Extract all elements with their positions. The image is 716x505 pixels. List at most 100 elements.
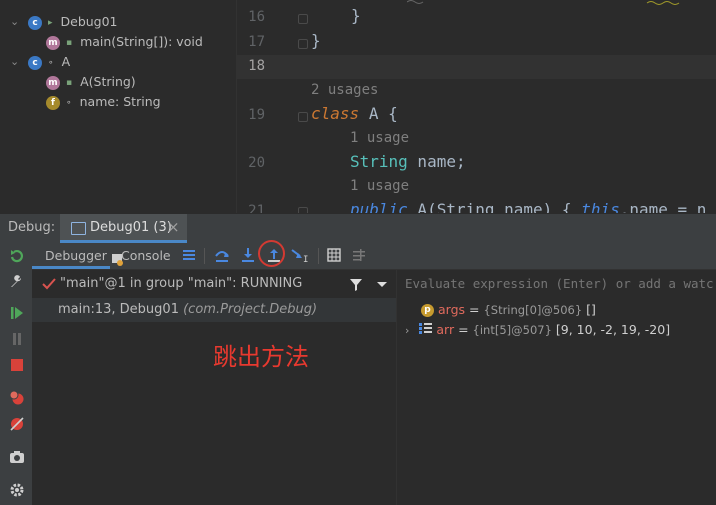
structure-panel: ⌄ c ▸ Debug01 m ▪ main(String[]): void ⌄… [0,0,236,213]
debug-tool-window-header: Debug: Debug01 (3) × [0,213,716,244]
tab-title: Debug01 (3) [90,220,172,235]
variable-args[interactable]: p args = {String[0]@506} [] [421,300,596,320]
debugger-toolbar: Debugger Console I [32,243,716,270]
tree-item-label: Debug01 [60,14,118,29]
fold-marker[interactable] [298,39,308,49]
tree-item-debug01[interactable]: ⌄ c ▸ Debug01 [10,12,118,32]
code-line: } [351,6,361,25]
tab-console[interactable]: Console [121,243,171,269]
line-number: 19 [248,107,265,123]
package-marker-icon: ∘ [65,97,72,108]
debug-side-toolbar [0,243,33,505]
code-text: A(String name) { [407,200,582,213]
public-marker-icon: ▪ [65,77,73,88]
package-marker-icon: ∘ [47,57,54,68]
usages-hint[interactable]: 1 usage [350,130,409,146]
stop-icon[interactable] [9,357,25,373]
frames-panel: "main"@1 in group "main": RUNNING main:1… [32,270,397,505]
keyword: this [581,200,620,213]
class-name: A [368,104,379,123]
view-breakpoints-icon[interactable] [9,390,25,406]
line-number: 20 [248,155,265,171]
tree-item-label: name: String [79,94,161,109]
public-marker-icon: ▪ [65,37,73,48]
close-icon[interactable]: × [167,218,180,236]
frame-location: (com.Project.Debug) [183,302,318,317]
settings-gear-icon[interactable] [9,482,25,498]
step-out-highlight-circle [258,240,285,267]
pause-icon[interactable] [9,331,25,347]
toolbar-separator [318,248,319,264]
method-icon: m [46,35,60,50]
field-icon: f [46,95,60,110]
evaluate-icon[interactable] [325,247,343,265]
debug-label: Debug: [8,220,56,235]
code-line: String name; [350,152,466,171]
chevron-down-icon[interactable]: ⌄ [10,52,22,72]
type-name: String [350,152,408,171]
keyword: class [311,104,360,123]
step-over-icon[interactable] [213,247,231,265]
thread-label: "main"@1 in group "main": RUNNING [60,276,303,291]
tab-debug01[interactable]: Debug01 (3) × [60,214,187,243]
run-marker-icon: ▸ [47,17,53,28]
resume-icon[interactable] [9,305,25,321]
code-text: name; [407,152,466,171]
show-execution-point-icon[interactable] [180,247,198,265]
chevron-down-icon[interactable]: ⌄ [10,12,22,32]
rerun-icon[interactable] [9,248,25,264]
method-icon: m [46,75,60,90]
code-editor[interactable]: 16 } 17 } 18 2 usages 19 class A { 1 usa… [236,0,716,213]
wrench-icon[interactable] [9,274,25,290]
active-tab-indicator [32,266,110,269]
line-number: 17 [248,34,265,50]
tree-item-main[interactable]: m ▪ main(String[]): void [46,32,203,52]
tree-item-constructor[interactable]: m ▪ A(String) [46,72,136,92]
variable-value: [9, 10, -2, 19, -20] [555,322,671,337]
line-number: 18 [248,58,265,74]
code-line: } [311,31,321,50]
variable-value: [] [586,302,596,317]
step-into-icon[interactable] [239,247,257,265]
code-line: public A(String name) { this.name = n [350,200,706,213]
structure-toolbar [0,0,236,7]
current-line-highlight [237,55,716,79]
fold-marker[interactable] [298,112,308,122]
editor-top-decoration [407,0,680,5]
chevron-right-icon[interactable]: › [405,324,409,337]
svg-text:I: I [303,255,308,263]
stack-frame-item[interactable]: main:13, Debug01 (com.Project.Debug) [32,298,396,322]
usages-hint[interactable]: 1 usage [350,178,409,194]
evaluate-expression-input[interactable] [397,270,716,298]
class-icon: c [28,15,42,30]
annotation-text: 跳出方法 [213,343,309,371]
toolbar-separator [204,248,205,264]
code-text: { [378,104,398,123]
thread-selector[interactable]: "main"@1 in group "main": RUNNING [32,270,396,298]
tree-item-a[interactable]: ⌄ c ∘ A [10,52,70,72]
parameter-icon: p [421,304,434,317]
line-number: 21 [248,203,265,213]
tree-item-label: A [61,54,71,69]
variable-type: {int[5]@507} [472,323,552,337]
variable-name: arr [436,322,455,337]
variable-type: {String[0]@506} [483,303,583,317]
mute-breakpoints-icon[interactable] [9,416,25,432]
trace-icon[interactable] [350,247,368,265]
tree-item-label: main(String[]): void [80,34,203,49]
code-text: .name = n [619,200,707,213]
variable-arr[interactable]: › arr = {int[5]@507} [9, 10, -2, 19, -20… [405,320,670,340]
keyword: public [350,200,408,213]
array-icon [419,321,433,341]
camera-icon[interactable] [9,449,25,465]
code-line: class A { [311,104,398,123]
line-number: 16 [248,9,265,25]
tree-item-label: A(String) [80,74,136,89]
frame-method: main:13, Debug01 [58,302,179,317]
usages-hint[interactable]: 2 usages [311,82,378,98]
tree-item-field-name[interactable]: f ∘ name: String [46,92,161,112]
fold-marker[interactable] [298,14,308,24]
run-to-cursor-icon[interactable]: I [291,247,309,265]
class-icon: c [28,55,42,70]
variable-name: args [437,302,466,317]
